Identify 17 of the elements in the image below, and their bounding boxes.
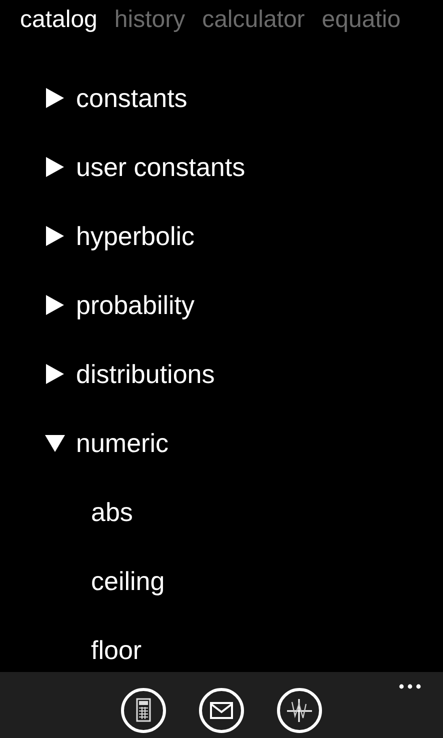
more-icon[interactable]: [399, 684, 421, 689]
pivot-tab[interactable]: equatio: [322, 8, 401, 32]
function-item[interactable]: floor: [91, 636, 142, 662]
category-item[interactable]: user constants: [76, 154, 246, 180]
app-bar-button[interactable]: [199, 688, 244, 733]
category-item[interactable]: numeric: [76, 430, 168, 456]
category-item[interactable]: hyperbolic: [76, 222, 195, 248]
category-item[interactable]: distributions: [76, 360, 215, 386]
pivot-tab[interactable]: catalog: [20, 8, 98, 32]
category-item[interactable]: probability: [76, 292, 195, 318]
app-bar-button[interactable]: [121, 688, 166, 733]
pivot-tab[interactable]: history: [114, 8, 186, 32]
function-item[interactable]: ceiling: [91, 568, 165, 594]
function-item[interactable]: abs: [91, 498, 133, 524]
app-bar-button[interactable]: [277, 688, 322, 733]
category-item[interactable]: constants: [76, 84, 188, 110]
pivot-tab[interactable]: calculator: [202, 8, 305, 32]
